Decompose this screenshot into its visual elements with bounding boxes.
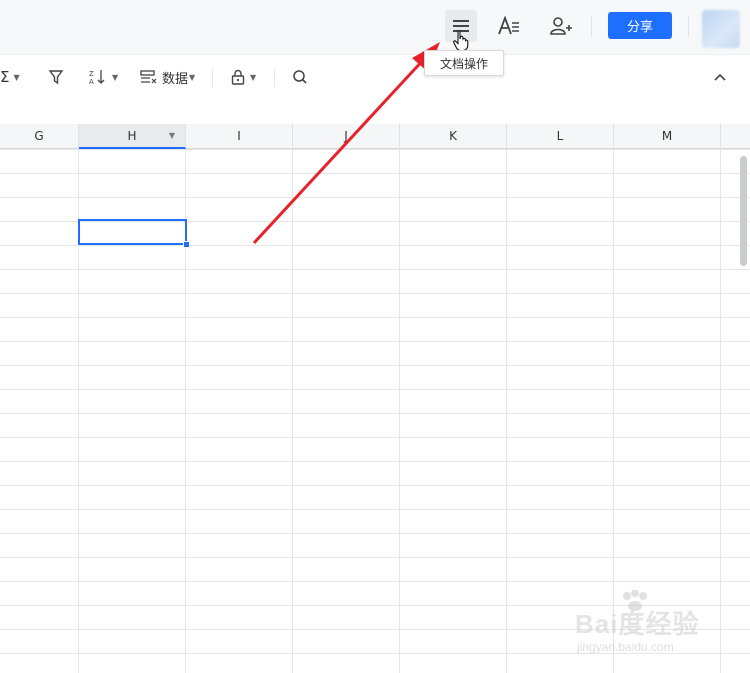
collapse-toolbar-button[interactable] <box>712 66 728 88</box>
fill-handle[interactable] <box>183 241 190 248</box>
sort-icon: Z A <box>89 70 105 86</box>
filter-icon <box>48 70 64 85</box>
tooltip: 文档操作 <box>424 50 504 76</box>
column-label: K <box>449 129 457 143</box>
column-label: H <box>127 128 137 143</box>
column-header-h[interactable]: H ▼ <box>79 124 186 149</box>
watermark: Bai度经验 jingyan.baidu.com <box>575 589 735 660</box>
watermark-url: jingyan.baidu.com <box>577 640 674 654</box>
add-user-icon <box>550 17 572 35</box>
data-menu-button[interactable]: 数据 ▼ <box>140 66 195 88</box>
top-bar: 分享 <box>0 0 750 54</box>
svg-text:Z: Z <box>89 70 94 78</box>
column-header-k[interactable]: K <box>400 124 507 149</box>
column-header-next[interactable] <box>721 124 750 149</box>
toolbar: Σ ▼ Z A ▼ 数据 ▼ ▼ <box>0 54 750 102</box>
column-header-l[interactable]: L <box>507 124 614 149</box>
gridline <box>292 149 293 673</box>
add-collaborator-button[interactable] <box>546 12 576 40</box>
divider <box>212 69 213 87</box>
chevron-down-icon: ▼ <box>250 72 257 82</box>
vertical-scrollbar[interactable] <box>740 156 747 266</box>
gridline <box>506 149 507 673</box>
gridline <box>399 149 400 673</box>
svg-text:A: A <box>89 78 94 86</box>
chevron-up-icon <box>714 73 726 81</box>
divider <box>688 16 689 36</box>
sigma-icon: Σ <box>0 68 10 86</box>
search-button[interactable] <box>292 66 308 88</box>
divider <box>591 16 592 36</box>
text-format-button[interactable] <box>494 12 524 40</box>
sum-button[interactable]: Σ ▼ <box>0 66 20 88</box>
column-header-i[interactable]: I <box>186 124 293 149</box>
data-icon <box>140 70 157 84</box>
chevron-down-icon: ▼ <box>112 72 119 82</box>
hand-cursor-icon <box>453 30 469 52</box>
column-label: J <box>344 129 348 143</box>
watermark-brand: Bai度经验 <box>575 609 700 639</box>
lock-icon <box>231 69 245 85</box>
column-label: M <box>661 129 673 143</box>
sort-button[interactable]: Z A ▼ <box>88 66 118 88</box>
column-label: I <box>237 129 241 143</box>
chevron-down-icon: ▼ <box>189 72 196 82</box>
data-menu-label: 数据 <box>162 71 189 87</box>
search-icon <box>293 70 307 84</box>
divider <box>274 69 275 87</box>
column-label: L <box>556 129 564 143</box>
avatar[interactable] <box>702 10 740 48</box>
chevron-down-icon: ▼ <box>13 72 20 82</box>
column-header-g[interactable]: G <box>0 124 79 149</box>
column-label: G <box>34 129 44 143</box>
chevron-down-icon[interactable]: ▼ <box>169 131 175 140</box>
filter-button[interactable] <box>48 66 64 88</box>
column-header-m[interactable]: M <box>614 124 721 149</box>
text-format-icon <box>498 16 519 35</box>
formula-bar[interactable] <box>0 100 750 125</box>
selected-cell[interactable] <box>78 219 187 245</box>
protect-button[interactable]: ▼ <box>230 66 256 88</box>
share-button[interactable]: 分享 <box>608 12 672 39</box>
column-header-j[interactable]: J <box>293 124 400 149</box>
